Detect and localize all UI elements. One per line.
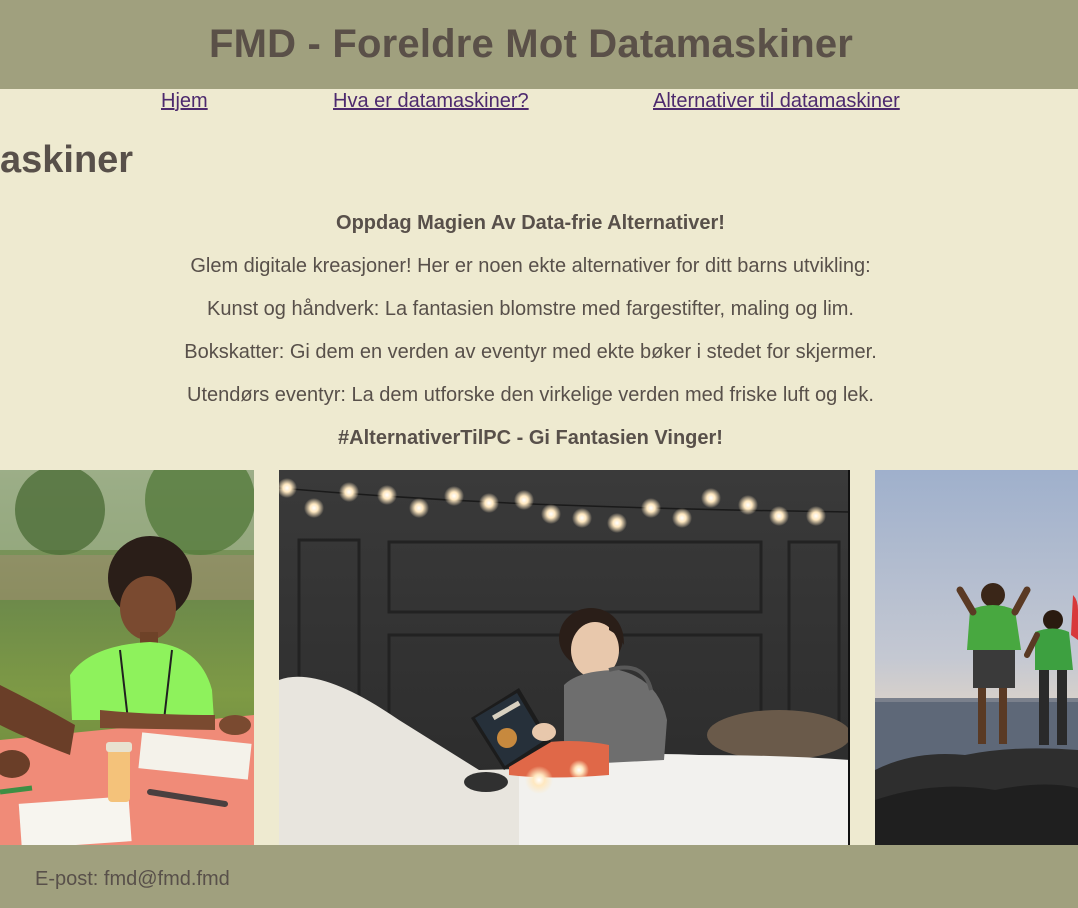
photo-children-jumping [875, 470, 1078, 845]
nav-link-home[interactable]: Hjem [161, 90, 208, 113]
intro-text: Glem digitale kreasjoner! Her er noen ek… [190, 255, 871, 277]
site-header: FMD - Foreldre Mot Datamaskiner [0, 0, 1078, 89]
alternative-books: Bokskatter: Gi dem en verden av eventyr … [184, 341, 877, 363]
main-nav: Hjem Hva er datamaskiner? Alternativer t… [0, 89, 1078, 123]
alternative-arts-crafts: Kunst og håndverk: La fantasien blomstre… [206, 298, 854, 320]
nav-link-what-are-computers[interactable]: Hva er datamaskiner? [333, 90, 529, 113]
alternative-outdoors: Utendørs eventyr: La dem utforske den vi… [187, 384, 874, 406]
page-heading-text: askiner [0, 139, 134, 181]
site-title: FMD - Foreldre Mot Datamaskiner [208, 22, 854, 66]
page-heading: askiner [0, 139, 133, 182]
content-section: Oppdag Magien Av Data-frie Alternativer!… [0, 207, 1061, 465]
tagline: Oppdag Magien Av Data-frie Alternativer! [336, 212, 725, 234]
nav-link-alternatives[interactable]: Alternativer til datamaskiner [653, 90, 900, 113]
footer-email: E-post: fmd@fmd.fmd [35, 868, 230, 890]
photo-child-reading [279, 470, 850, 845]
hashtag: #AlternativerTilPC - Gi Fantasien Vinger… [338, 427, 723, 449]
photo-gallery [0, 470, 1078, 845]
site-footer: E-post: fmd@fmd.fmd [0, 845, 1078, 908]
photo-child-drawing [0, 470, 254, 845]
